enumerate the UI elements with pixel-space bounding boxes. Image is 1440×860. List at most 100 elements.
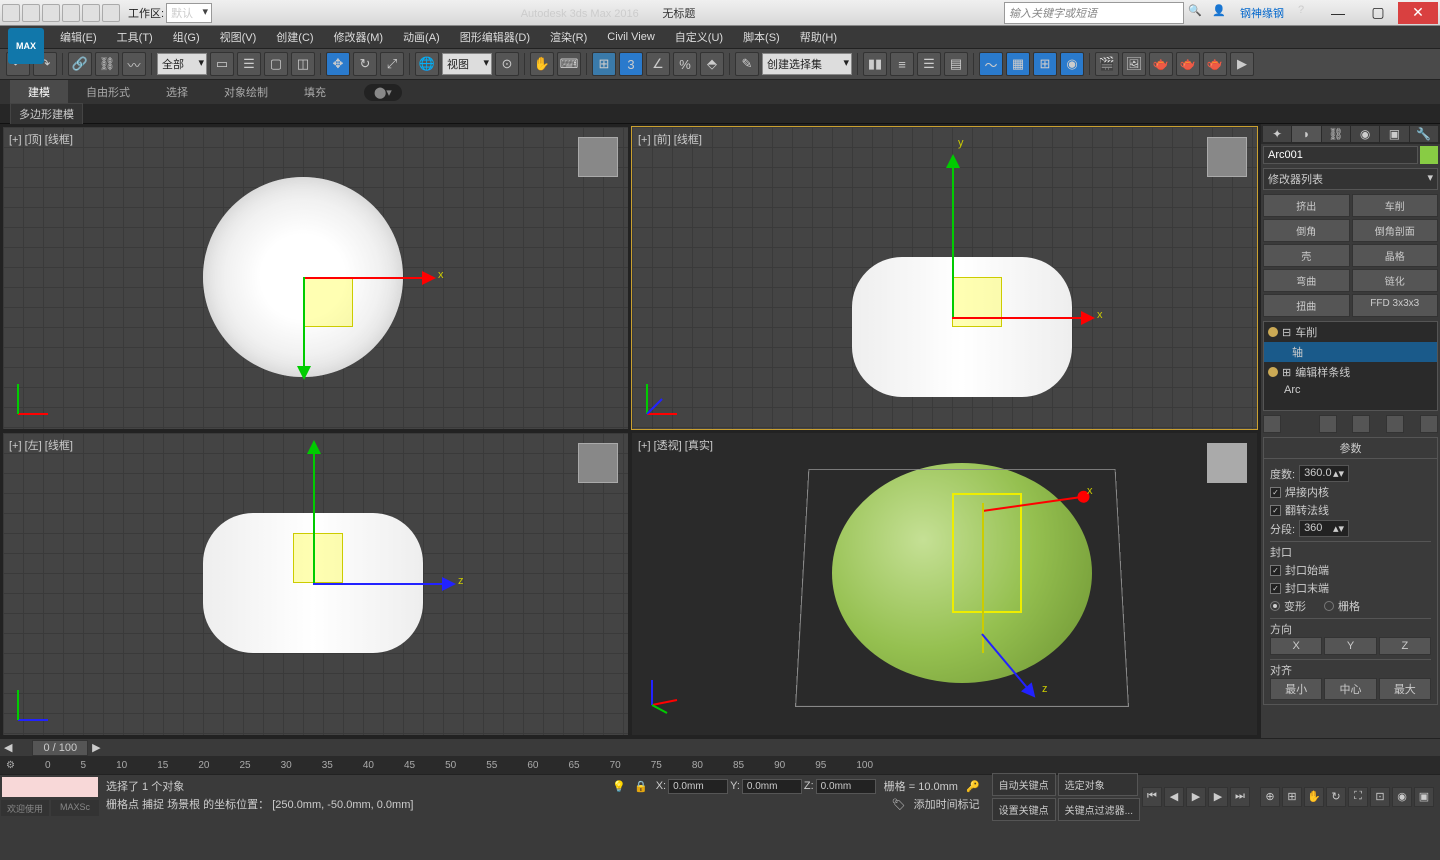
menu-grapheditor[interactable]: 图形编辑器(D) [450, 26, 540, 48]
viewport-nav2-icon[interactable]: ⊞ [1282, 787, 1302, 807]
next-frame-button[interactable]: ▶ [1208, 787, 1228, 807]
viewport-left[interactable]: [+] [左] [线框] z [2, 432, 629, 736]
maxscript-mini-listener[interactable] [2, 777, 98, 797]
align-button[interactable]: ≡ [890, 52, 914, 76]
goto-end-button[interactable]: ⏭ [1230, 787, 1250, 807]
teapot3-icon[interactable]: 🫖 [1203, 52, 1227, 76]
timeslider-prev-icon[interactable]: ◀ [4, 741, 12, 754]
dir-x-button[interactable]: X [1270, 637, 1322, 655]
viewport-persp-label[interactable]: [+] [透视] [真实] [638, 437, 713, 453]
viewport-nav1-icon[interactable]: ⊕ [1260, 787, 1280, 807]
weld-checkbox[interactable]: ✓ [1270, 487, 1281, 498]
add-time-tag[interactable]: 添加时间标记 [914, 796, 980, 812]
gizmo-plane[interactable] [293, 533, 343, 583]
viewport-nav5-icon[interactable]: ⛶ [1348, 787, 1368, 807]
render-frame-button[interactable]: 🖼 [1122, 52, 1146, 76]
setkey-button[interactable]: 设置关键点 [992, 798, 1056, 821]
prev-frame-button[interactable]: ◀ [1164, 787, 1184, 807]
viewport-front-label[interactable]: [+] [前] [线框] [638, 131, 702, 147]
select-name-button[interactable]: ☰ [237, 52, 261, 76]
track-config-icon[interactable]: ⚙ [6, 760, 15, 771]
degrees-spinner[interactable]: 360.0▴▾ [1299, 465, 1349, 482]
ribbon-tab-selection[interactable]: 选择 [148, 80, 206, 104]
modifier-list-dropdown[interactable]: 修改器列表▾ [1263, 168, 1438, 190]
time-slider-handle[interactable]: 0 / 100 [32, 740, 88, 756]
goto-start-button[interactable]: ⏮ [1142, 787, 1162, 807]
stack-item-lathe[interactable]: ⊟车削 [1264, 322, 1437, 342]
lock-icon[interactable]: 💡 [612, 780, 626, 793]
track-bar[interactable]: ⚙ 0 5 10 15 20 25 30 35 40 45 50 55 60 6… [0, 756, 1440, 774]
mod-extrude-button[interactable]: 挤出 [1263, 194, 1350, 217]
select-region-button[interactable]: ▢ [264, 52, 288, 76]
qat-link-icon[interactable] [102, 4, 120, 22]
menu-script[interactable]: 脚本(S) [733, 26, 790, 48]
dope-sheet-button[interactable]: ▦ [1006, 52, 1030, 76]
username-label[interactable]: 钢神缘钢 [1240, 5, 1284, 21]
morph-radio[interactable] [1270, 601, 1280, 611]
viewport-perspective[interactable]: [+] [透视] [真实] x z [631, 432, 1258, 736]
qat-redo-icon[interactable] [82, 4, 100, 22]
bulb-icon[interactable] [1268, 327, 1278, 337]
align-min-button[interactable]: 最小 [1270, 678, 1322, 700]
menu-civilview[interactable]: Civil View [597, 28, 664, 46]
window-crossing-button[interactable]: ◫ [291, 52, 315, 76]
gizmo-plane[interactable] [303, 277, 353, 327]
ribbon-panel-polymodeling[interactable]: 多边形建模 [10, 103, 83, 125]
menu-edit[interactable]: 编辑(E) [50, 26, 107, 48]
app-logo[interactable]: MAX [8, 28, 44, 64]
dir-y-button[interactable]: Y [1324, 637, 1376, 655]
viewport-top[interactable]: [+] [顶] [线框] x [2, 126, 629, 430]
viewcube-icon[interactable] [1207, 443, 1247, 483]
play-button[interactable]: ▶ [1186, 787, 1206, 807]
menu-view[interactable]: 视图(V) [210, 26, 267, 48]
grid-radio[interactable] [1324, 601, 1334, 611]
dir-z-button[interactable]: Z [1379, 637, 1431, 655]
mod-ffd-button[interactable]: FFD 3x3x3 [1352, 294, 1439, 317]
tab-hierarchy-icon[interactable]: ⛓ [1322, 126, 1350, 142]
menu-help[interactable]: 帮助(H) [790, 26, 847, 48]
keymode-dropdown[interactable]: 选定对象 [1058, 773, 1138, 796]
menu-render[interactable]: 渲染(R) [540, 26, 597, 48]
teapot2-icon[interactable]: 🫖 [1176, 52, 1200, 76]
keyboard-button[interactable]: ⌨ [557, 52, 581, 76]
bulb-icon[interactable] [1268, 367, 1278, 377]
lock-selection-icon[interactable]: 🔒 [634, 780, 648, 793]
unlink-button[interactable]: ⛓ [95, 52, 119, 76]
stack-item-arc[interactable]: Arc [1264, 382, 1437, 398]
gizmo-plane[interactable] [952, 277, 1002, 327]
refcoord-button[interactable]: 🌐 [415, 52, 439, 76]
search-icon[interactable]: 🔍 [1188, 4, 1208, 22]
mod-lattice-button[interactable]: 晶格 [1352, 244, 1439, 267]
align-max-button[interactable]: 最大 [1379, 678, 1431, 700]
spinner-snap-button[interactable]: ⬘ [700, 52, 724, 76]
viewcube-icon[interactable] [578, 443, 618, 483]
make-unique-button[interactable] [1352, 415, 1370, 433]
flip-checkbox[interactable]: ✓ [1270, 505, 1281, 516]
schematic-button[interactable]: ⊞ [1033, 52, 1057, 76]
editnamed-button[interactable]: ✎ [735, 52, 759, 76]
menu-group[interactable]: 组(G) [163, 26, 210, 48]
segments-spinner[interactable]: 360▴▾ [1299, 520, 1349, 537]
ribbon-tab-populate[interactable]: 填充 [286, 80, 344, 104]
snap-3d-button[interactable]: 3 [619, 52, 643, 76]
mod-lathe-button[interactable]: 车削 [1352, 194, 1439, 217]
named-selection-dropdown[interactable]: 创建选择集 [762, 53, 852, 75]
remove-mod-button[interactable] [1386, 415, 1404, 433]
autokey-button[interactable]: 自动关键点 [992, 773, 1056, 796]
object-name-input[interactable] [1263, 146, 1418, 164]
maximize-button[interactable]: ▢ [1358, 2, 1398, 24]
qat-new-icon[interactable] [2, 4, 20, 22]
capend-checkbox[interactable]: ✓ [1270, 583, 1281, 594]
capstart-checkbox[interactable]: ✓ [1270, 565, 1281, 576]
mirror-button[interactable]: ▮▮ [863, 52, 887, 76]
viewport-top-label[interactable]: [+] [顶] [线框] [9, 131, 73, 147]
ribbon-tab-objectpaint[interactable]: 对象绘制 [206, 80, 286, 104]
link-button[interactable]: 🔗 [68, 52, 92, 76]
tab-create-icon[interactable]: ✦ [1263, 126, 1291, 142]
tab-motion-icon[interactable]: ◉ [1351, 126, 1379, 142]
viewport-nav6-icon[interactable]: ⊡ [1370, 787, 1390, 807]
help-icon[interactable]: ? [1298, 4, 1318, 22]
y-coord-input[interactable]: 0.0mm [742, 779, 802, 794]
object-color-swatch[interactable] [1420, 146, 1438, 164]
render-button[interactable]: ▶ [1230, 52, 1254, 76]
